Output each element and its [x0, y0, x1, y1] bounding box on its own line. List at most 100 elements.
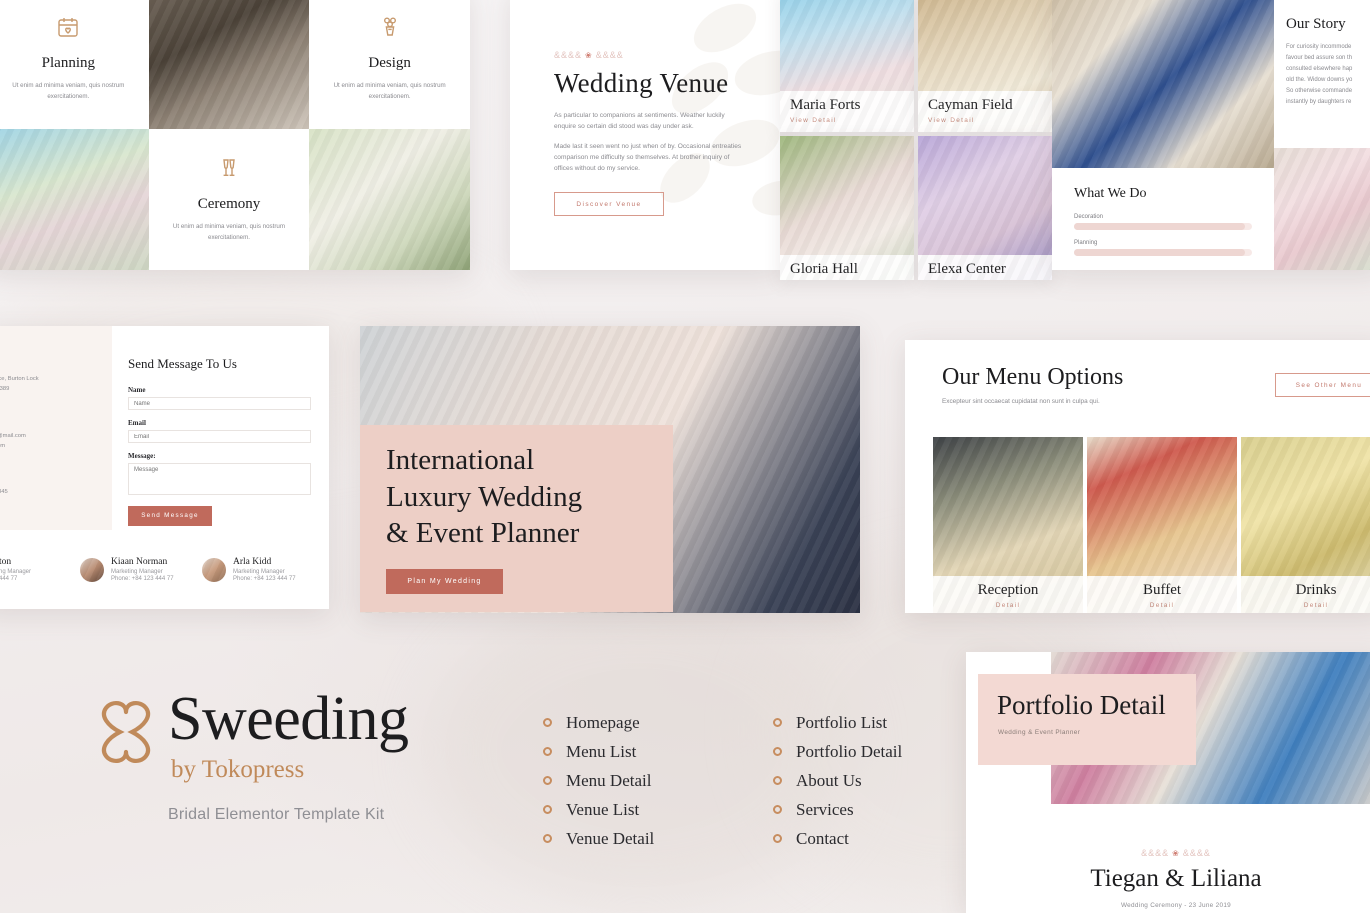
page-label: About Us	[796, 770, 862, 790]
page-item-portfolio-list[interactable]: Portfolio List	[773, 708, 943, 737]
page-item-homepage[interactable]: Homepage	[543, 708, 713, 737]
our-story-title: Our Story	[1286, 16, 1346, 32]
team-member[interactable]: Kiaan Norman Marketing Manager Phone: +8…	[80, 557, 196, 582]
brand-tagline: Bridal Elementor Template Kit	[168, 805, 385, 823]
bouquet-icon	[378, 15, 402, 44]
venue-card-title: Cayman Field	[928, 97, 1013, 113]
contact-line: 2 2345	[0, 488, 8, 495]
bullet-ring-icon	[543, 805, 552, 814]
member-name: Kiaan Norman	[111, 557, 168, 567]
included-pages-list: Homepage Portfolio List Menu List Portfo…	[543, 708, 943, 853]
page-item-venue-detail[interactable]: Venue Detail	[543, 824, 713, 853]
service-card-ceremony[interactable]: Ceremony Ut enim ad minima veniam, quis …	[149, 129, 310, 270]
menu-cards-row: Reception Detail Buffet Detail Drinks De…	[933, 437, 1370, 613]
venue-card-link[interactable]: View Detail	[928, 117, 1042, 124]
photo-couple-bouquet	[309, 129, 470, 270]
name-field-label: Name	[128, 386, 146, 394]
see-other-menu-button[interactable]: See Other Menu	[1275, 373, 1370, 397]
page-item-contact[interactable]: Contact	[773, 824, 943, 853]
page-item-menu-list[interactable]: Menu List	[543, 737, 713, 766]
menu-card-title: Reception	[977, 582, 1039, 598]
branding-block: Sweeding by Tokopress Bridal Elementor T…	[96, 685, 496, 824]
send-message-button[interactable]: Send Message	[128, 505, 212, 526]
hero-panel: International Luxury Wedding & Event Pla…	[360, 326, 860, 613]
venue-card-link[interactable]: View Detail	[790, 117, 904, 124]
venue-card[interactable]: Gloria Hall	[780, 136, 914, 280]
menu-title: Our Menu Options	[942, 364, 1124, 390]
venue-cards-grid: Maria Forts View Detail Cayman Field Vie…	[780, 0, 1052, 280]
menu-card-link[interactable]: Detail	[1097, 602, 1227, 609]
our-story-text: For curiosity incommode favour bed assur…	[1286, 42, 1370, 109]
bullet-ring-icon	[773, 776, 782, 785]
menu-card[interactable]: Reception Detail	[933, 437, 1083, 613]
venue-card[interactable]: Maria Forts View Detail	[780, 0, 914, 132]
name-input[interactable]	[128, 397, 311, 410]
menu-card-caption: Drinks Detail	[1241, 576, 1370, 613]
bullet-ring-icon	[773, 747, 782, 756]
page-label: Services	[796, 799, 854, 819]
menu-subtitle: Excepteur sint occaecat cupidatat non su…	[942, 398, 1100, 405]
heart-icon: ❀	[1172, 848, 1180, 858]
skill-row: Decoration	[1074, 214, 1252, 230]
service-title: Ceremony	[197, 196, 261, 213]
hero-headline-line: & Event Planner	[386, 517, 580, 550]
team-member[interactable]: Arla Kidd Marketing Manager Phone: +84 1…	[202, 557, 318, 582]
menu-card-link[interactable]: Detail	[943, 602, 1073, 609]
bullet-ring-icon	[543, 718, 552, 727]
champagne-glasses-icon	[217, 156, 241, 185]
page-label: Menu Detail	[566, 770, 652, 790]
portfolio-subtitle: Wedding & Event Planner	[998, 729, 1081, 736]
contact-info-column: Place, Burton Lock 773389 ort@mail.com i…	[0, 326, 112, 530]
member-name: Arla Kidd	[233, 557, 272, 567]
skill-progress-fill	[1074, 223, 1245, 230]
venue-card-caption: Gloria Hall	[780, 255, 914, 280]
venue-card-caption: Cayman Field View Detail	[918, 91, 1052, 132]
service-card-design[interactable]: Design Ut enim ad minima veniam, quis no…	[309, 0, 470, 129]
team-member[interactable]: ton ng Manager 444 77	[0, 557, 74, 582]
page-label: Venue Detail	[566, 828, 655, 848]
story-line: consulted elsewhere hap	[1286, 66, 1353, 73]
story-line: For curiosity incommode	[1286, 44, 1352, 50]
bullet-ring-icon	[543, 776, 552, 785]
service-title: Design	[368, 55, 411, 72]
page-label: Menu List	[566, 741, 637, 761]
page-item-portfolio-detail[interactable]: Portfolio Detail	[773, 737, 943, 766]
presentation-canvas: Planning Ut enim ad minima veniam, quis …	[0, 0, 1370, 913]
member-name: ton	[0, 557, 12, 567]
portfolio-couple-name: Tiegan & Liliana	[1090, 865, 1262, 892]
wedding-venue-panel: &&&& ❀ &&&& Wedding Venue As particular …	[510, 0, 780, 270]
portfolio-event-info: Wedding Ceremony - 23 June 2019	[1120, 902, 1232, 909]
hero-headline: International Luxury Wedding & Event Pla…	[386, 442, 686, 552]
contact-line: il.com	[0, 443, 6, 450]
story-line: instantly by daughters re	[1286, 99, 1352, 106]
story-line: favour bed assure son th	[1286, 55, 1353, 62]
message-textarea[interactable]	[128, 463, 311, 495]
member-role: Marketing Manager	[111, 569, 163, 575]
email-input[interactable]	[128, 430, 311, 443]
hero-headline-line: International	[386, 444, 535, 476]
menu-card[interactable]: Drinks Detail	[1241, 437, 1370, 613]
service-desc: Ut enim ad minima veniam, quis nostrum e…	[172, 223, 286, 241]
menu-card-caption: Buffet Detail	[1087, 576, 1237, 613]
skill-progress-fill	[1074, 249, 1245, 256]
venue-card[interactable]: Cayman Field View Detail	[918, 0, 1052, 132]
page-item-menu-detail[interactable]: Menu Detail	[543, 766, 713, 795]
venue-card[interactable]: Elexa Center	[918, 136, 1052, 280]
page-item-about-us[interactable]: About Us	[773, 766, 943, 795]
page-item-services[interactable]: Services	[773, 795, 943, 824]
page-label: Portfolio List	[796, 712, 888, 732]
discover-venue-button[interactable]: Discover Venue	[554, 192, 664, 217]
member-role: ng Manager	[0, 569, 32, 575]
service-card-planning[interactable]: Planning Ut enim ad minima veniam, quis …	[0, 0, 149, 129]
plan-my-wedding-button[interactable]: Plan My Wedding	[386, 568, 503, 594]
bullet-ring-icon	[543, 747, 552, 756]
photo-winter-couple	[1052, 0, 1274, 168]
about-panel: Our Story For curiosity incommode favour…	[1052, 0, 1370, 270]
menu-card-link[interactable]: Detail	[1251, 602, 1370, 609]
menu-card-caption: Reception Detail	[933, 576, 1083, 613]
story-line: old the. Widow downs yo	[1286, 77, 1353, 84]
page-item-venue-list[interactable]: Venue List	[543, 795, 713, 824]
brand-name: Sweeding	[168, 685, 409, 753]
menu-card[interactable]: Buffet Detail	[1087, 437, 1237, 613]
avatar	[202, 557, 226, 582]
